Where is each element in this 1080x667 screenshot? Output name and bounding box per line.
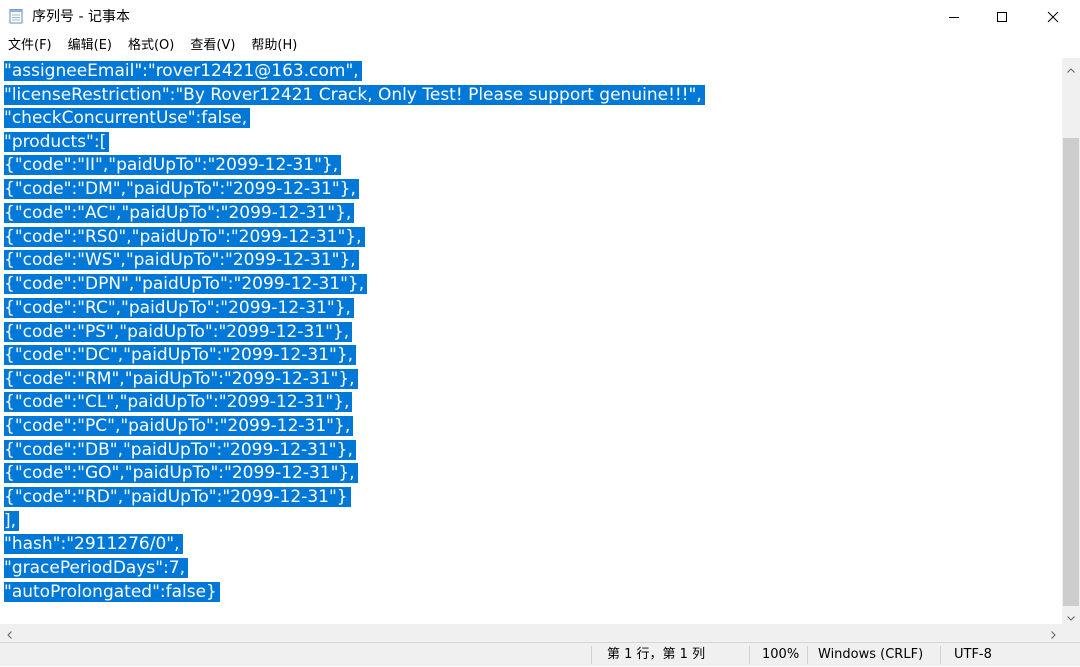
selected-text: "autoProlongated":false} xyxy=(4,582,220,602)
status-divider xyxy=(940,646,941,664)
selected-text: {"code":"AC","paidUpTo":"2099-12-31"}, xyxy=(4,203,355,223)
close-icon xyxy=(1047,11,1059,23)
editor-line: "autoProlongated":false} xyxy=(4,581,220,603)
menu-bar: 文件(F) 编辑(E) 格式(O) 查看(V) 帮助(H) xyxy=(0,34,1080,58)
selected-text: {"code":"GO","paidUpTo":"2099-12-31"}, xyxy=(4,463,358,483)
minimize-button[interactable] xyxy=(931,0,977,34)
selected-text: {"code":"II","paidUpTo":"2099-12-31"}, xyxy=(4,155,342,175)
chevron-left-icon xyxy=(6,624,12,643)
menu-format[interactable]: 格式(O) xyxy=(120,34,182,58)
status-bar: 第 1 行，第 1 列 100% Windows (CRLF) UTF-8 xyxy=(0,642,1080,666)
editor-line: {"code":"PC","paidUpTo":"2099-12-31"}, xyxy=(4,415,354,437)
encoding: UTF-8 xyxy=(954,647,992,662)
selected-text: ], xyxy=(4,511,20,531)
selected-text: {"code":"RM","paidUpTo":"2099-12-31"}, xyxy=(4,369,358,389)
editor-line: {"code":"RC","paidUpTo":"2099-12-31"}, xyxy=(4,297,354,319)
editor-line: ], xyxy=(4,510,20,532)
text-editor[interactable]: "assigneeEmail":"rover12421@163.com", "l… xyxy=(0,58,1062,624)
selected-text: {"code":"PS","paidUpTo":"2099-12-31"}, xyxy=(4,322,353,342)
editor-line: {"code":"DC","paidUpTo":"2099-12-31"}, xyxy=(4,344,357,366)
status-divider xyxy=(591,646,592,664)
selected-text: {"code":"DM","paidUpTo":"2099-12-31"}, xyxy=(4,179,359,199)
editor-line: {"code":"DPN","paidUpTo":"2099-12-31"}, xyxy=(4,273,368,295)
selected-text: "checkConcurrentUse":false, xyxy=(4,108,251,128)
maximize-icon xyxy=(996,11,1008,23)
editor-line: {"code":"DM","paidUpTo":"2099-12-31"}, xyxy=(4,178,359,200)
menu-edit[interactable]: 编辑(E) xyxy=(60,34,120,58)
minimize-icon xyxy=(948,11,960,23)
editor-line: {"code":"RM","paidUpTo":"2099-12-31"}, xyxy=(4,368,358,390)
notepad-icon xyxy=(9,8,24,24)
title-bar: 序列号 - 记事本 xyxy=(0,0,1080,34)
status-divider xyxy=(749,646,750,664)
selected-text: "products":[ xyxy=(4,132,110,152)
menu-help[interactable]: 帮助(H) xyxy=(243,34,305,58)
chevron-down-icon xyxy=(1067,606,1075,625)
scroll-down-button[interactable] xyxy=(1062,606,1080,624)
cursor-position: 第 1 行，第 1 列 xyxy=(607,647,706,662)
editor-line: {"code":"DB","paidUpTo":"2099-12-31"}, xyxy=(4,439,356,461)
editor-line: {"code":"WS","paidUpTo":"2099-12-31"}, xyxy=(4,249,359,271)
scroll-up-button[interactable] xyxy=(1062,58,1080,76)
editor-line: {"code":"II","paidUpTo":"2099-12-31"}, xyxy=(4,154,342,176)
selected-text: "gracePeriodDays":7, xyxy=(4,558,189,578)
selected-text: "licenseRestriction":"By Rover12421 Crac… xyxy=(4,85,705,105)
chevron-up-icon xyxy=(1067,58,1075,77)
selected-text: {"code":"RC","paidUpTo":"2099-12-31"}, xyxy=(4,298,354,318)
notepad-window: 序列号 - 记事本 文件(F) 编辑(E) 格式(O) 查看(V) 帮助(H) … xyxy=(0,0,1080,666)
editor-line: "products":[ xyxy=(4,131,110,153)
editor-line: {"code":"AC","paidUpTo":"2099-12-31"}, xyxy=(4,202,355,224)
selected-text: {"code":"WS","paidUpTo":"2099-12-31"}, xyxy=(4,250,359,270)
editor-line: "licenseRestriction":"By Rover12421 Crac… xyxy=(4,84,705,106)
selected-text: {"code":"CL","paidUpTo":"2099-12-31"}, xyxy=(4,392,353,412)
editor-line: "gracePeriodDays":7, xyxy=(4,557,189,579)
scroll-right-button[interactable] xyxy=(1044,624,1062,642)
editor-line: {"code":"CL","paidUpTo":"2099-12-31"}, xyxy=(4,391,353,413)
selected-text: {"code":"RS0","paidUpTo":"2099-12-31"}, xyxy=(4,227,365,247)
maximize-button[interactable] xyxy=(979,0,1025,34)
editor-line: {"code":"RS0","paidUpTo":"2099-12-31"}, xyxy=(4,226,365,248)
status-divider xyxy=(807,646,808,664)
selected-text: "assigneeEmail":"rover12421@163.com", xyxy=(4,61,362,81)
chevron-right-icon xyxy=(1050,624,1056,643)
selected-text: {"code":"DC","paidUpTo":"2099-12-31"}, xyxy=(4,345,357,365)
editor-line: {"code":"RD","paidUpTo":"2099-12-31"} xyxy=(4,486,351,508)
selected-text: {"code":"PC","paidUpTo":"2099-12-31"}, xyxy=(4,416,354,436)
horizontal-scrollbar[interactable] xyxy=(0,624,1062,642)
window-title: 序列号 - 记事本 xyxy=(32,9,130,25)
line-ending: Windows (CRLF) xyxy=(818,647,924,662)
selected-text: {"code":"RD","paidUpTo":"2099-12-31"} xyxy=(4,487,351,507)
scrollbar-corner xyxy=(1062,624,1080,642)
vertical-scroll-thumb[interactable] xyxy=(1063,138,1079,606)
editor-line: {"code":"PS","paidUpTo":"2099-12-31"}, xyxy=(4,321,353,343)
menu-file[interactable]: 文件(F) xyxy=(0,34,60,58)
editor-line: {"code":"GO","paidUpTo":"2099-12-31"}, xyxy=(4,462,358,484)
zoom-level: 100% xyxy=(762,647,800,662)
selected-text: "hash":"2911276/0", xyxy=(4,534,183,554)
menu-view[interactable]: 查看(V) xyxy=(182,34,243,58)
scroll-left-button[interactable] xyxy=(0,624,18,642)
vertical-scrollbar[interactable] xyxy=(1062,58,1080,624)
editor-line: "hash":"2911276/0", xyxy=(4,533,183,555)
selected-text: {"code":"DPN","paidUpTo":"2099-12-31"}, xyxy=(4,274,368,294)
editor-line: "assigneeEmail":"rover12421@163.com", xyxy=(4,60,362,82)
close-button[interactable] xyxy=(1030,0,1076,34)
selected-text: {"code":"DB","paidUpTo":"2099-12-31"}, xyxy=(4,440,356,460)
editor-line: "checkConcurrentUse":false, xyxy=(4,107,251,129)
